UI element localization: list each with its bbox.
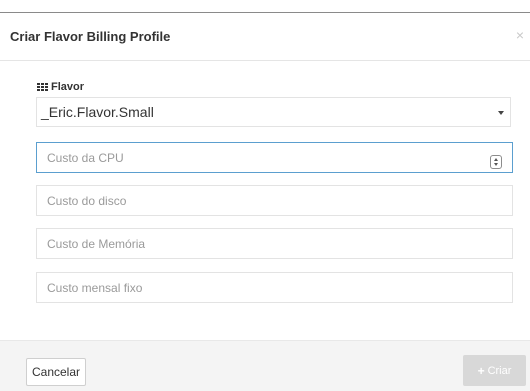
modal-title: Criar Flavor Billing Profile xyxy=(10,29,171,44)
caret-down-icon xyxy=(498,111,504,115)
spinner-down-icon[interactable] xyxy=(494,163,498,166)
number-spinner-icon[interactable] xyxy=(490,155,502,169)
flavor-select-value: _Eric.Flavor.Small xyxy=(41,104,154,120)
create-button-label: Criar xyxy=(487,364,512,377)
plus-icon: + xyxy=(477,363,485,378)
flavor-select[interactable]: _Eric.Flavor.Small xyxy=(36,97,511,127)
disk-cost-input[interactable] xyxy=(36,185,513,216)
top-strip xyxy=(0,0,530,13)
grid-icon xyxy=(37,83,48,91)
close-icon[interactable]: × xyxy=(516,27,524,43)
modal-footer: Cancelar + Criar xyxy=(0,340,530,391)
flavor-label: Flavor xyxy=(37,81,84,93)
modal-header: Criar Flavor Billing Profile × xyxy=(0,13,530,61)
spinner-up-icon[interactable] xyxy=(494,158,498,161)
cancel-button[interactable]: Cancelar xyxy=(26,358,86,386)
flavor-label-text: Flavor xyxy=(51,81,85,93)
memory-cost-input[interactable] xyxy=(36,228,513,259)
cpu-cost-input[interactable] xyxy=(36,142,513,173)
create-button[interactable]: + Criar xyxy=(463,355,526,386)
create-flavor-billing-profile-dialog: Criar Flavor Billing Profile × Flavor _E… xyxy=(0,13,530,391)
monthly-fixed-cost-input[interactable] xyxy=(36,272,513,303)
